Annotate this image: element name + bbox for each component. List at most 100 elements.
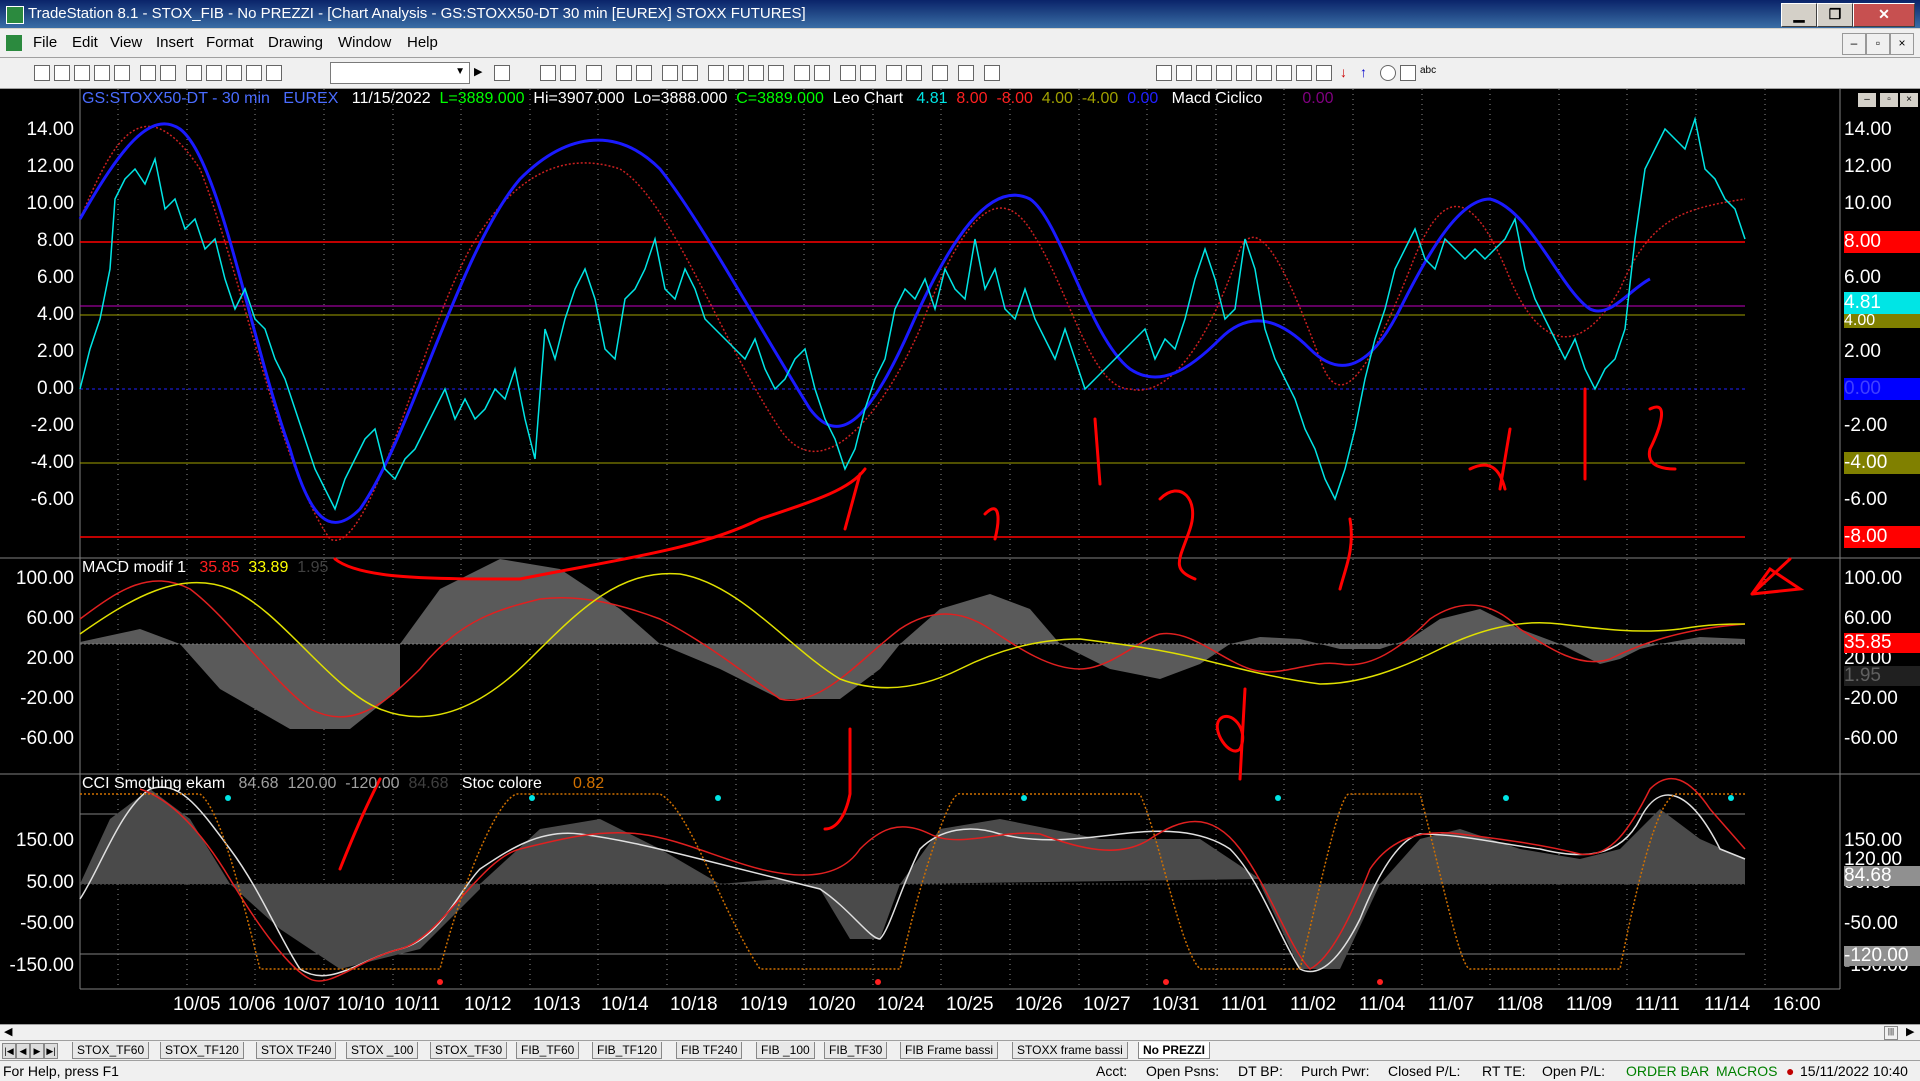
axis1-tick: -2.00 (30, 415, 74, 436)
study-value-1: 4.81 (916, 90, 948, 107)
down-arrow-icon[interactable]: ↓ (1340, 65, 1354, 79)
bars-icon[interactable] (708, 65, 724, 81)
close-button[interactable]: ✕ (1853, 3, 1915, 27)
mdi-close-button[interactable]: × (1890, 33, 1914, 55)
axis2-tick: 100.00 (15, 568, 74, 589)
menu-insert[interactable]: Insert (156, 34, 194, 51)
menu-view[interactable]: View (110, 34, 142, 51)
tab-stox-tf30[interactable]: STOX_TF30 (430, 1042, 508, 1059)
horizontal-line-icon[interactable] (1176, 65, 1192, 81)
tab-stox-tf120[interactable]: STOX_TF120 (160, 1042, 244, 1059)
document-icon[interactable] (6, 35, 22, 51)
chart-restore-button[interactable]: ▫ (1880, 93, 1898, 107)
paste-icon[interactable] (206, 65, 222, 81)
mdi-restore-button[interactable]: ▫ (1866, 33, 1890, 55)
title-bar: TradeStation 8.1 - STOX_FIB - No PREZZI … (0, 0, 1920, 28)
folder-icon[interactable] (114, 65, 130, 81)
maximize-button[interactable]: ❐ (1817, 3, 1853, 27)
window-icon[interactable] (662, 65, 678, 81)
help-icon[interactable] (984, 65, 1000, 81)
tab-fib-tf60[interactable]: FIB_TF60 (516, 1042, 580, 1059)
text-icon[interactable]: abc (1420, 65, 1436, 79)
menu-drawing[interactable]: Drawing (268, 34, 323, 51)
tab-fib-tf30[interactable]: FIB_TF30 (824, 1042, 888, 1059)
format-icon[interactable] (246, 65, 262, 81)
arc-icon[interactable] (1296, 65, 1312, 81)
tab-stox-100[interactable]: STOX _100 (346, 1042, 419, 1059)
edit-icon[interactable] (74, 65, 90, 81)
pointer-icon[interactable] (886, 65, 902, 81)
tab-fib-100[interactable]: FIB _100 (756, 1042, 815, 1059)
grid-icon[interactable] (560, 65, 576, 81)
speed-icon[interactable] (1276, 65, 1292, 81)
copy-icon[interactable] (186, 65, 202, 81)
cycle-dotted-red-line (79, 125, 1746, 541)
scroll-right-icon[interactable] (814, 65, 830, 81)
scroll-thumb[interactable]: ||| (1884, 1026, 1898, 1040)
lock-icon[interactable] (226, 65, 242, 81)
drawing-icon[interactable] (958, 65, 974, 81)
indicator-icon[interactable] (616, 65, 632, 81)
scroll-left-icon[interactable] (794, 65, 810, 81)
tab-next-icon[interactable]: ▶ (30, 1043, 44, 1059)
ellipse-icon[interactable] (1380, 65, 1396, 81)
open-icon[interactable] (54, 65, 70, 81)
save-icon[interactable] (94, 65, 110, 81)
arrow-right-icon[interactable]: ▶ (474, 65, 488, 79)
tile-icon[interactable] (682, 65, 698, 81)
low-label: Lo=3888.000 (633, 90, 728, 107)
chart-window[interactable]: GS:STOXX50-DT - 30 min EUREX 11/15/2022 … (0, 89, 1920, 1024)
symbol-combo[interactable]: ▼ (330, 62, 470, 84)
zoom-in-icon[interactable] (840, 65, 856, 81)
rectangle-icon[interactable] (1400, 65, 1416, 81)
tab-prev-icon[interactable]: ◀ (16, 1043, 30, 1059)
chart-canvas[interactable] (0, 89, 1920, 1024)
menu-window[interactable]: Window (338, 34, 391, 51)
pen-icon[interactable] (1316, 65, 1332, 81)
tab-fib-frame-bassi[interactable]: FIB Frame bassi (900, 1042, 999, 1059)
tab-stox-tf60[interactable]: STOX_TF60 (72, 1042, 150, 1059)
up-arrow-icon[interactable]: ↑ (1360, 65, 1374, 79)
menu-edit[interactable]: Edit (72, 34, 98, 51)
candle-icon[interactable] (748, 65, 764, 81)
hlc-icon[interactable] (768, 65, 784, 81)
menu-file[interactable]: File (33, 34, 57, 51)
trendline-icon[interactable] (1156, 65, 1172, 81)
chart-icon[interactable] (540, 65, 556, 81)
find-icon[interactable] (494, 65, 510, 81)
tab-fib-tf240[interactable]: FIB TF240 (676, 1042, 743, 1059)
tab-last-icon[interactable]: ▶| (44, 1043, 58, 1059)
new-icon[interactable] (34, 65, 50, 81)
horizontal-scrollbar[interactable]: ◀ ||| ▶ (0, 1024, 1920, 1041)
scroll-right-arrow-icon[interactable]: ▶ (1906, 1025, 1914, 1038)
chart-minimize-button[interactable]: – (1858, 93, 1876, 107)
tab-fib-tf120[interactable]: FIB_TF120 (592, 1042, 663, 1059)
x-tick: 10/07 (283, 994, 331, 1015)
channel-icon[interactable] (1216, 65, 1232, 81)
tab-no-prezzi[interactable]: No PREZZI (1138, 1042, 1210, 1059)
scroll-left-arrow-icon[interactable]: ◀ (4, 1025, 12, 1038)
chart-close-button[interactable]: × (1900, 93, 1918, 107)
table-icon[interactable] (586, 65, 602, 81)
zoom-out-icon[interactable] (860, 65, 876, 81)
tab-first-icon[interactable]: |◀ (2, 1043, 16, 1059)
crosshair-icon[interactable] (906, 65, 922, 81)
strategy-icon[interactable] (636, 65, 652, 81)
tab-stox-tf240[interactable]: STOX TF240 (256, 1042, 337, 1059)
minimize-button[interactable]: ▁ (1781, 3, 1817, 27)
status-macros[interactable]: MACROS (1716, 1063, 1777, 1079)
status-order-bar[interactable]: ORDER BAR (1626, 1063, 1709, 1079)
gann-icon[interactable] (1256, 65, 1272, 81)
print-preview-icon[interactable] (160, 65, 176, 81)
mdi-minimize-button[interactable]: – (1842, 33, 1866, 55)
menu-format[interactable]: Format (206, 34, 254, 51)
fib-icon[interactable] (1236, 65, 1252, 81)
print-icon[interactable] (140, 65, 156, 81)
menu-help[interactable]: Help (407, 34, 438, 51)
palette-icon[interactable] (266, 65, 282, 81)
vertical-line-icon[interactable] (1196, 65, 1212, 81)
tag-minus-4: -4.00 (1844, 452, 1920, 474)
tab-stoxx-frame-bassi[interactable]: STOXX frame bassi (1012, 1042, 1128, 1059)
tools-icon[interactable] (932, 65, 948, 81)
line-chart-icon[interactable] (728, 65, 744, 81)
